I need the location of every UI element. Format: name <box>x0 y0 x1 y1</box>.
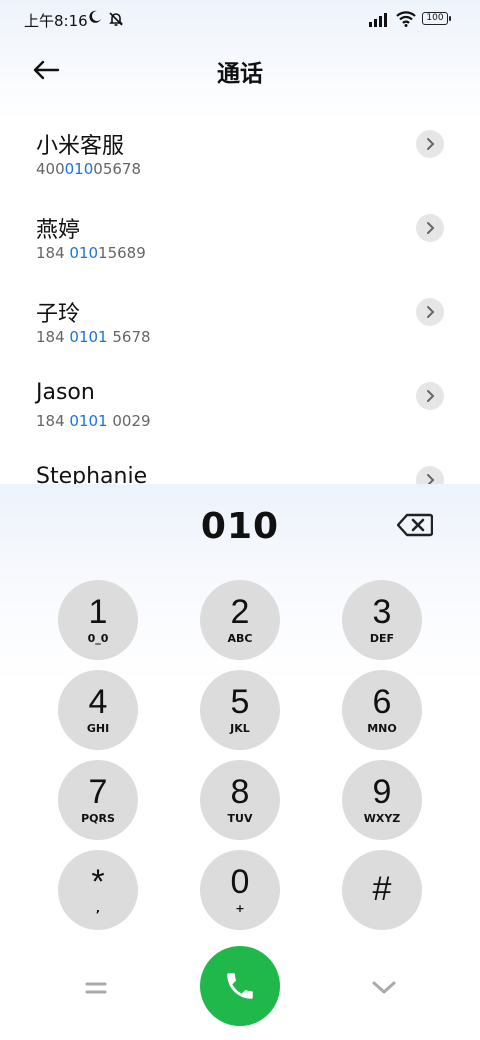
contact-name: 子玲 <box>36 302 81 327</box>
equals-icon <box>85 982 107 994</box>
bell-off-icon <box>108 11 124 27</box>
key-hash[interactable]: # <box>342 850 422 930</box>
status-bar: 上午8:16 100 <box>0 0 480 40</box>
chevron-right-icon <box>427 474 435 484</box>
menu-button[interactable] <box>82 974 110 1002</box>
keypad: 1 0_0 2 ABC 3 DEF 4 GHI 5 JKL 6 MNO 7 PQ… <box>0 580 480 930</box>
moon-icon <box>88 10 102 28</box>
chevron-right-icon <box>427 138 435 150</box>
match-highlight: 0101 <box>69 328 108 346</box>
page-title: 通话 <box>217 61 263 87</box>
contact-name: Stephanie <box>36 464 148 484</box>
contact-list: 小米客服 40001005678 燕婷 184 01015689 子玲 184 … <box>0 112 480 484</box>
chevron-right-icon <box>427 390 435 402</box>
contact-name: 燕婷 <box>36 218 81 243</box>
list-item[interactable]: 燕婷 184 01015689 <box>0 196 480 280</box>
key-9[interactable]: 9 WXYZ <box>342 760 422 840</box>
key-1[interactable]: 1 0_0 <box>58 580 138 660</box>
key-6[interactable]: 6 MNO <box>342 670 422 750</box>
backspace-button[interactable] <box>396 510 434 540</box>
key-star[interactable]: * , <box>58 850 138 930</box>
wifi-icon <box>396 11 416 27</box>
chevron-right-icon <box>427 222 435 234</box>
backspace-icon <box>397 513 433 537</box>
detail-button[interactable] <box>416 214 444 242</box>
contact-name: Jason <box>36 380 95 405</box>
contact-number: 184 01015689 <box>36 244 146 262</box>
detail-button[interactable] <box>416 130 444 158</box>
key-8[interactable]: 8 TUV <box>200 760 280 840</box>
collapse-keypad-button[interactable] <box>368 974 400 1002</box>
detail-button[interactable] <box>416 466 444 484</box>
match-highlight: 0101 <box>69 412 108 430</box>
detail-button[interactable] <box>416 298 444 326</box>
key-3[interactable]: 3 DEF <box>342 580 422 660</box>
contact-name: 小米客服 <box>36 134 125 159</box>
key-7[interactable]: 7 PQRS <box>58 760 138 840</box>
dialer-bottom-bar <box>0 946 480 1030</box>
list-item[interactable]: Jason 184 0101 0029 <box>0 364 480 448</box>
key-2[interactable]: 2 ABC <box>200 580 280 660</box>
chevron-right-icon <box>427 306 435 318</box>
signal-icon <box>368 12 390 28</box>
phone-icon <box>227 973 253 999</box>
header: 通话 <box>0 40 480 100</box>
list-item[interactable]: Stephanie <box>0 448 480 484</box>
chevron-down-icon <box>372 981 396 994</box>
list-item[interactable]: 子玲 184 0101 5678 <box>0 280 480 364</box>
battery-icon: 100 <box>422 12 451 25</box>
contact-number: 40001005678 <box>36 160 141 178</box>
match-highlight: 010 <box>64 160 94 178</box>
list-item[interactable]: 小米客服 40001005678 <box>0 112 480 196</box>
key-5[interactable]: 5 JKL <box>200 670 280 750</box>
detail-button[interactable] <box>416 382 444 410</box>
contact-number: 184 0101 5678 <box>36 328 151 346</box>
key-0[interactable]: 0 + <box>200 850 280 930</box>
match-highlight: 010 <box>69 244 99 262</box>
status-time: 上午8:16 <box>24 12 88 30</box>
phone-screen: 上午8:16 100 通话 小米客服 40001005678 燕婷 184 01… <box>0 0 480 1040</box>
call-button[interactable] <box>200 946 280 1026</box>
dialer-panel: 010 1 0_0 2 ABC 3 DEF 4 GHI 5 JKL 6 MNO … <box>0 484 480 1040</box>
contact-number: 184 0101 0029 <box>36 412 151 430</box>
key-4[interactable]: 4 GHI <box>58 670 138 750</box>
